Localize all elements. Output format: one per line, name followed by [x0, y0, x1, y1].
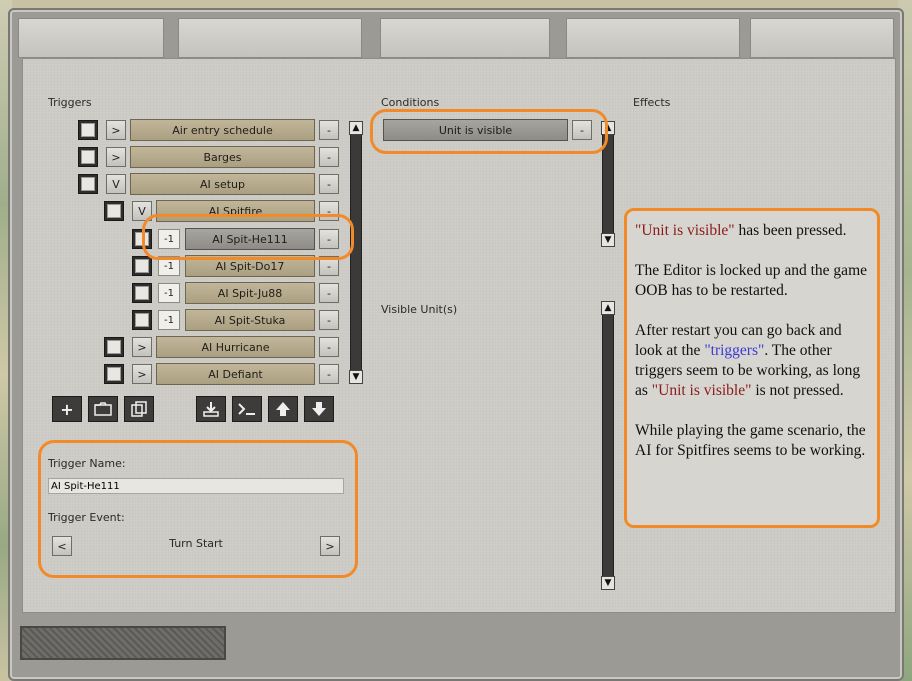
trigger-expand-button[interactable]: > — [106, 147, 126, 167]
trigger-checkbox[interactable] — [78, 120, 98, 140]
trigger-checkbox[interactable] — [104, 364, 124, 384]
triggers-scrollbar[interactable] — [350, 122, 362, 384]
trigger-checkbox[interactable] — [104, 201, 124, 221]
tab-strip — [18, 18, 894, 58]
trigger-expand-button[interactable]: > — [132, 337, 152, 357]
trigger-form-highlight — [38, 440, 358, 578]
effects-header: Effects — [633, 96, 671, 109]
trigger-item[interactable]: Air entry schedule — [130, 119, 315, 141]
trigger-collapse-button[interactable]: V — [106, 174, 126, 194]
condition-highlight — [370, 109, 608, 154]
tab-2[interactable] — [178, 18, 362, 58]
note-quote: "Unit is visible" — [651, 382, 752, 399]
note-paragraph: While playing the game scenario, the AI … — [635, 422, 866, 459]
note-paragraph: "Unit is visible" has been pressed. — [635, 221, 869, 241]
trigger-item[interactable]: AI Defiant — [156, 363, 315, 385]
trigger-item[interactable]: Barges — [130, 146, 315, 168]
trigger-checkbox[interactable] — [78, 174, 98, 194]
trigger-highlight — [142, 214, 354, 260]
trigger-checkbox[interactable] — [132, 256, 152, 276]
trigger-remove-button[interactable]: - — [319, 364, 339, 384]
add-icon[interactable]: + — [52, 396, 82, 422]
trigger-remove-button[interactable]: - — [319, 174, 339, 194]
conditions-header: Conditions — [381, 96, 440, 109]
tab-5[interactable] — [750, 18, 894, 58]
note-text: is not pressed. — [751, 382, 844, 399]
scroll-down-arrow-icon[interactable]: ▼ — [601, 233, 615, 247]
trigger-item[interactable]: AI Spit-Stuka — [185, 309, 315, 331]
note-paragraph: The Editor is locked up and the game OOB… — [635, 262, 868, 299]
folder-icon[interactable] — [88, 396, 118, 422]
scroll-down-arrow-icon[interactable]: ▼ — [349, 370, 363, 384]
tab-3[interactable] — [380, 18, 550, 58]
trigger-remove-button[interactable]: - — [319, 147, 339, 167]
terminal-icon[interactable] — [232, 396, 262, 422]
note-paragraph: After restart you can go back and look a… — [635, 321, 869, 401]
scroll-up-arrow-icon[interactable]: ▲ — [349, 121, 363, 135]
import-icon[interactable] — [196, 396, 226, 422]
trigger-item[interactable]: AI Spit-Ju88 — [185, 282, 315, 304]
annotation-note: "Unit is visible" has been pressed. The … — [624, 208, 880, 528]
scroll-down-arrow-icon[interactable]: ▼ — [601, 576, 615, 590]
copy-icon[interactable] — [124, 396, 154, 422]
trigger-item[interactable]: AI Hurricane — [156, 336, 315, 358]
trigger-checkbox[interactable] — [78, 147, 98, 167]
triggers-header: Triggers — [48, 96, 92, 109]
note-text: has been pressed. — [734, 222, 847, 239]
trigger-expand-button[interactable]: > — [132, 364, 152, 384]
bottom-plate — [20, 626, 226, 660]
tab-4[interactable] — [566, 18, 740, 58]
visible-units-label: Visible Unit(s) — [381, 303, 458, 316]
trigger-order-value[interactable]: -1 — [158, 310, 180, 330]
trigger-item[interactable]: AI setup — [130, 173, 315, 195]
tab-1[interactable] — [18, 18, 164, 58]
trigger-remove-button[interactable]: - — [319, 337, 339, 357]
move-down-icon[interactable] — [304, 396, 334, 422]
trigger-checkbox[interactable] — [132, 283, 152, 303]
trigger-order-value[interactable]: -1 — [158, 283, 180, 303]
trigger-checkbox[interactable] — [104, 337, 124, 357]
note-quote: "Unit is visible" — [635, 222, 735, 239]
scroll-up-arrow-icon[interactable]: ▲ — [601, 301, 615, 315]
trigger-remove-button[interactable]: - — [319, 310, 339, 330]
trigger-remove-button[interactable]: - — [319, 120, 339, 140]
note-link: "triggers" — [704, 342, 765, 359]
move-up-icon[interactable] — [268, 396, 298, 422]
trigger-checkbox[interactable] — [132, 310, 152, 330]
visible-units-scrollbar[interactable] — [602, 302, 614, 590]
trigger-remove-button[interactable]: - — [319, 283, 339, 303]
trigger-expand-button[interactable]: > — [106, 120, 126, 140]
